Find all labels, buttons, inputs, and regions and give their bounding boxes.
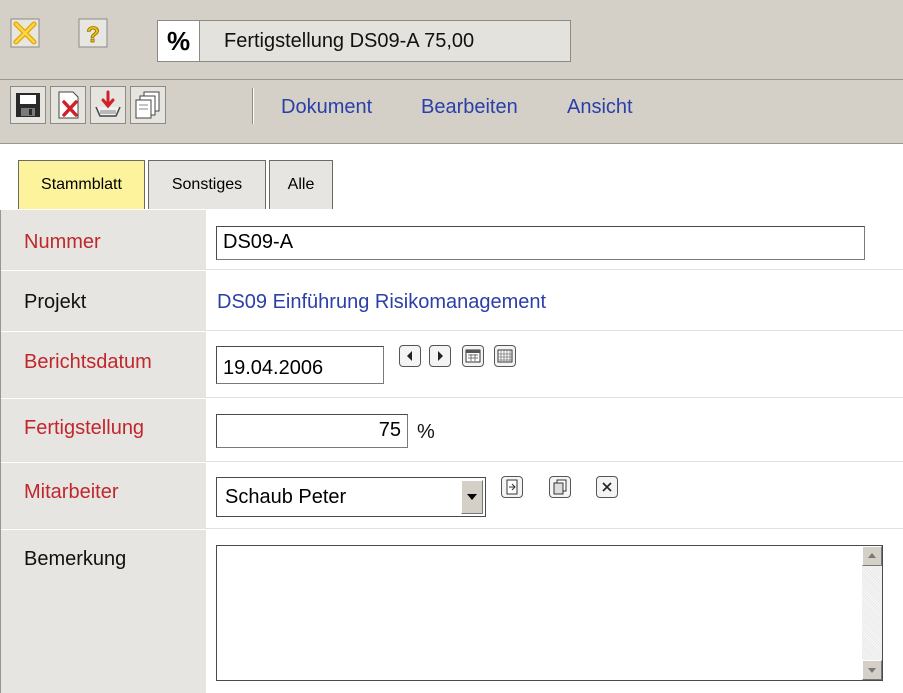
projekt-link[interactable]: DS09 Einführung Risikomanagement (217, 291, 546, 314)
row-mitarbeiter: Mitarbeiter Schaub Peter (1, 463, 903, 529)
chevron-down-icon[interactable] (461, 480, 483, 514)
title-box: % Fertigstellung DS09-A 75,00 (157, 20, 571, 62)
mitarbeiter-select[interactable]: Schaub Peter (216, 477, 486, 517)
clear-icon[interactable] (596, 476, 618, 498)
tab-stammblatt[interactable]: Stammblatt (18, 160, 145, 209)
tab-sonstiges[interactable]: Sonstiges (148, 160, 266, 209)
row-bemerkung: Bemerkung (1, 530, 903, 693)
open-record-icon[interactable] (501, 476, 523, 498)
copy-record-icon[interactable] (549, 476, 571, 498)
row-fertigstellung: Fertigstellung 75 % (1, 399, 903, 462)
label-bemerkung: Bemerkung (24, 548, 127, 570)
delete-icon[interactable] (50, 86, 86, 124)
menu-ansicht[interactable]: Ansicht (567, 96, 633, 119)
label-mitarbeiter: Mitarbeiter (24, 481, 119, 503)
copy-icon[interactable] (130, 86, 166, 124)
calendar-grid-icon[interactable] (494, 345, 516, 367)
toolbar: Dokument Bearbeiten Ansicht (0, 80, 903, 144)
label-fertigstellung: Fertigstellung (24, 417, 145, 439)
label-berichtsdatum: Berichtsdatum (24, 351, 152, 373)
row-nummer: Nummer DS09-A (1, 210, 903, 270)
previous-date-icon[interactable] (399, 345, 421, 367)
svg-text:?: ? (86, 22, 99, 47)
scroll-down-icon[interactable] (862, 660, 882, 680)
percent-unit: % (417, 421, 435, 443)
mitarbeiter-value: Schaub Peter (225, 486, 347, 508)
berichtsdatum-input[interactable]: 19.04.2006 (216, 346, 384, 384)
menu-dokument[interactable]: Dokument (281, 96, 372, 119)
fertigstellung-input[interactable]: 75 (216, 414, 408, 448)
row-berichtsdatum: Berichtsdatum 19.04.2006 (1, 332, 903, 398)
label-projekt: Projekt (24, 291, 87, 313)
tab-alle[interactable]: Alle (269, 160, 333, 209)
label-nummer: Nummer (24, 231, 101, 253)
save-icon[interactable] (10, 86, 46, 124)
title-bar: ? % Fertigstellung DS09-A 75,00 (0, 0, 903, 80)
scroll-up-icon[interactable] (862, 546, 882, 566)
next-date-icon[interactable] (429, 345, 451, 367)
window-title: Fertigstellung DS09-A 75,00 (224, 30, 475, 52)
bemerkung-textarea[interactable] (216, 545, 883, 681)
percent-icon: % (158, 21, 200, 61)
close-icon[interactable] (10, 18, 40, 48)
tab-strip: Stammblatt Sonstiges Alle (0, 144, 903, 210)
scrollbar[interactable] (862, 546, 882, 680)
menu-bearbeiten[interactable]: Bearbeiten (421, 96, 518, 119)
row-projekt: Projekt DS09 Einführung Risikomanagement (1, 271, 903, 331)
toolbar-separator (252, 88, 254, 124)
help-icon[interactable]: ? (78, 18, 108, 48)
form: Nummer DS09-A Projekt DS09 Einführung Ri… (0, 210, 903, 693)
import-icon[interactable] (90, 86, 126, 124)
calendar-icon[interactable] (462, 345, 484, 367)
nummer-input[interactable]: DS09-A (216, 226, 865, 260)
